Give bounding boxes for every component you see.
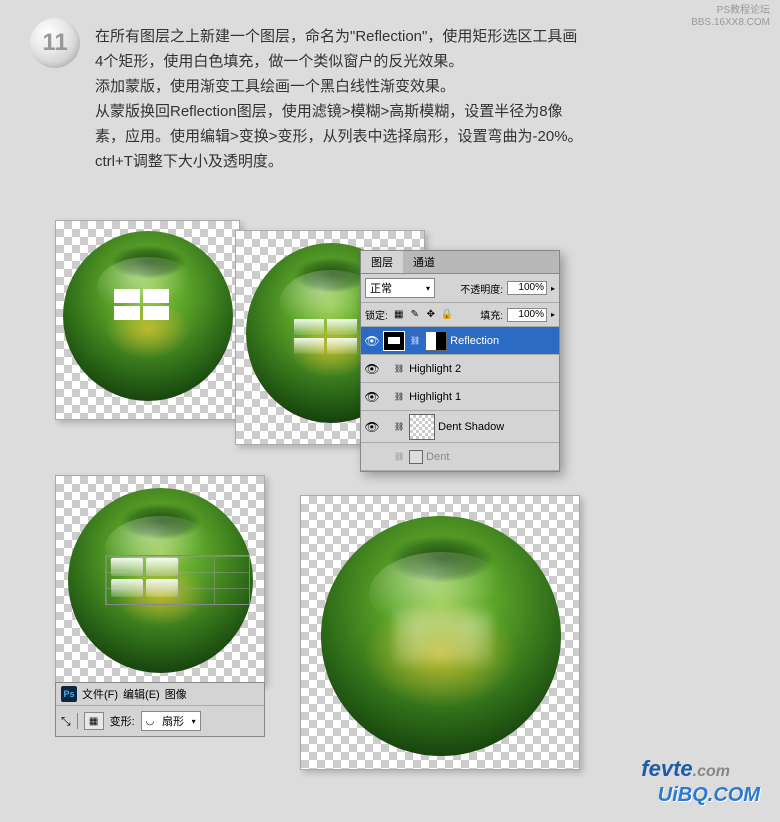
- visibility-eye-icon[interactable]: 👁: [364, 334, 380, 348]
- watermark-uibq: UiBQ.COM: [658, 784, 760, 807]
- warp-label: 变形:: [110, 713, 135, 729]
- menu-edit[interactable]: 编辑(E): [123, 686, 160, 702]
- warp-type-dropdown[interactable]: ◡ 扇形 ▾: [141, 711, 201, 731]
- watermark-fevte: fevte.com: [641, 756, 730, 782]
- panel-tabs: 图层 通道: [361, 251, 559, 274]
- instruction-text: 在所有图层之上新建一个图层，命名为"Reflection"，使用矩形选区工具画4…: [95, 24, 585, 174]
- layers-panel: 图层 通道 正常 ▾ 不透明度: 100% ▸ 锁定: ▦ ✎ ✥ 🔒 填充: …: [360, 250, 560, 472]
- layer-name: Reflection: [450, 335, 556, 347]
- layer-name: Dent: [426, 451, 556, 463]
- fill-input[interactable]: 100%: [507, 308, 547, 322]
- opacity-label: 不透明度:: [460, 281, 503, 296]
- cursor-icon: ⤡: [61, 714, 71, 729]
- step-number-text: 11: [42, 29, 67, 57]
- chevron-icon[interactable]: ▸: [551, 284, 555, 293]
- watermark-line2: BBS.16XX8.COM: [691, 17, 770, 29]
- fill-label: 填充:: [480, 307, 503, 322]
- blend-mode-dropdown[interactable]: 正常 ▾: [365, 278, 435, 298]
- opacity-input[interactable]: 100%: [507, 281, 547, 295]
- reflection-blurred: [393, 607, 493, 667]
- reflection-gradient: [294, 319, 357, 354]
- layer-mask-thumb-icon[interactable]: [425, 331, 447, 351]
- reflection-sharp: [114, 289, 169, 320]
- visibility-eye-icon[interactable]: 👁: [364, 362, 380, 376]
- reflection-warped: [110, 558, 178, 597]
- apple-preview-4: [300, 495, 580, 770]
- layer-name: Dent Shadow: [438, 421, 556, 433]
- link-icon[interactable]: ⛓: [408, 336, 422, 345]
- tab-layers[interactable]: 图层: [361, 251, 403, 273]
- chevron-icon[interactable]: ▸: [551, 310, 555, 319]
- blend-mode-value: 正常: [370, 280, 392, 296]
- layer-thumb-icon[interactable]: [409, 450, 423, 464]
- layer-row-dent[interactable]: ⛓ Dent: [361, 443, 559, 471]
- lock-transparency-icon[interactable]: ▦: [392, 308, 406, 322]
- tab-channels[interactable]: 通道: [403, 251, 445, 273]
- layer-name: Highlight 2: [409, 363, 556, 375]
- lock-all-icon[interactable]: 🔒: [440, 308, 454, 322]
- photoshop-icon[interactable]: Ps: [61, 686, 77, 702]
- layer-row-dentshadow[interactable]: 👁 ⛓ Dent Shadow: [361, 411, 559, 443]
- link-icon[interactable]: ⛓: [392, 422, 406, 431]
- lock-label: 锁定:: [365, 307, 388, 322]
- menu-image[interactable]: 图像: [165, 686, 187, 702]
- lock-move-icon[interactable]: ✥: [424, 308, 438, 322]
- warp-grid-icon[interactable]: ▦: [84, 712, 104, 730]
- options-bar: Ps 文件(F) 编辑(E) 图像 ⤡ ▦ 变形: ◡ 扇形 ▾: [55, 682, 265, 737]
- apple-preview-1: [55, 220, 240, 420]
- layer-thumb-icon[interactable]: [383, 331, 405, 351]
- visibility-eye-icon[interactable]: 👁: [364, 420, 380, 434]
- lock-brush-icon[interactable]: ✎: [408, 308, 422, 322]
- warp-value: 扇形: [162, 713, 184, 729]
- watermark-line1: PS教程论坛: [691, 5, 770, 17]
- visibility-eye-icon[interactable]: 👁: [364, 390, 380, 404]
- chevron-down-icon: ▾: [426, 284, 430, 293]
- layer-row-highlight1[interactable]: 👁 ⛓ Highlight 1: [361, 383, 559, 411]
- layer-row-highlight2[interactable]: 👁 ⛓ Highlight 2: [361, 355, 559, 383]
- menu-bar: Ps 文件(F) 编辑(E) 图像: [56, 683, 264, 706]
- chevron-down-icon: ▾: [192, 717, 196, 726]
- lock-icons: ▦ ✎ ✥ 🔒: [392, 308, 454, 322]
- top-watermark: PS教程论坛 BBS.16XX8.COM: [691, 5, 770, 29]
- step-number-badge: 11: [30, 18, 80, 68]
- apple-preview-3: [55, 475, 265, 685]
- layer-name: Highlight 1: [409, 391, 556, 403]
- link-icon[interactable]: ⛓: [392, 392, 406, 401]
- link-icon[interactable]: ⛓: [392, 364, 406, 373]
- layer-thumb-icon[interactable]: [409, 414, 435, 440]
- layer-row-reflection[interactable]: 👁 ⛓ Reflection: [361, 327, 559, 355]
- menu-file[interactable]: 文件(F): [82, 686, 118, 702]
- link-icon[interactable]: ⛓: [392, 452, 406, 461]
